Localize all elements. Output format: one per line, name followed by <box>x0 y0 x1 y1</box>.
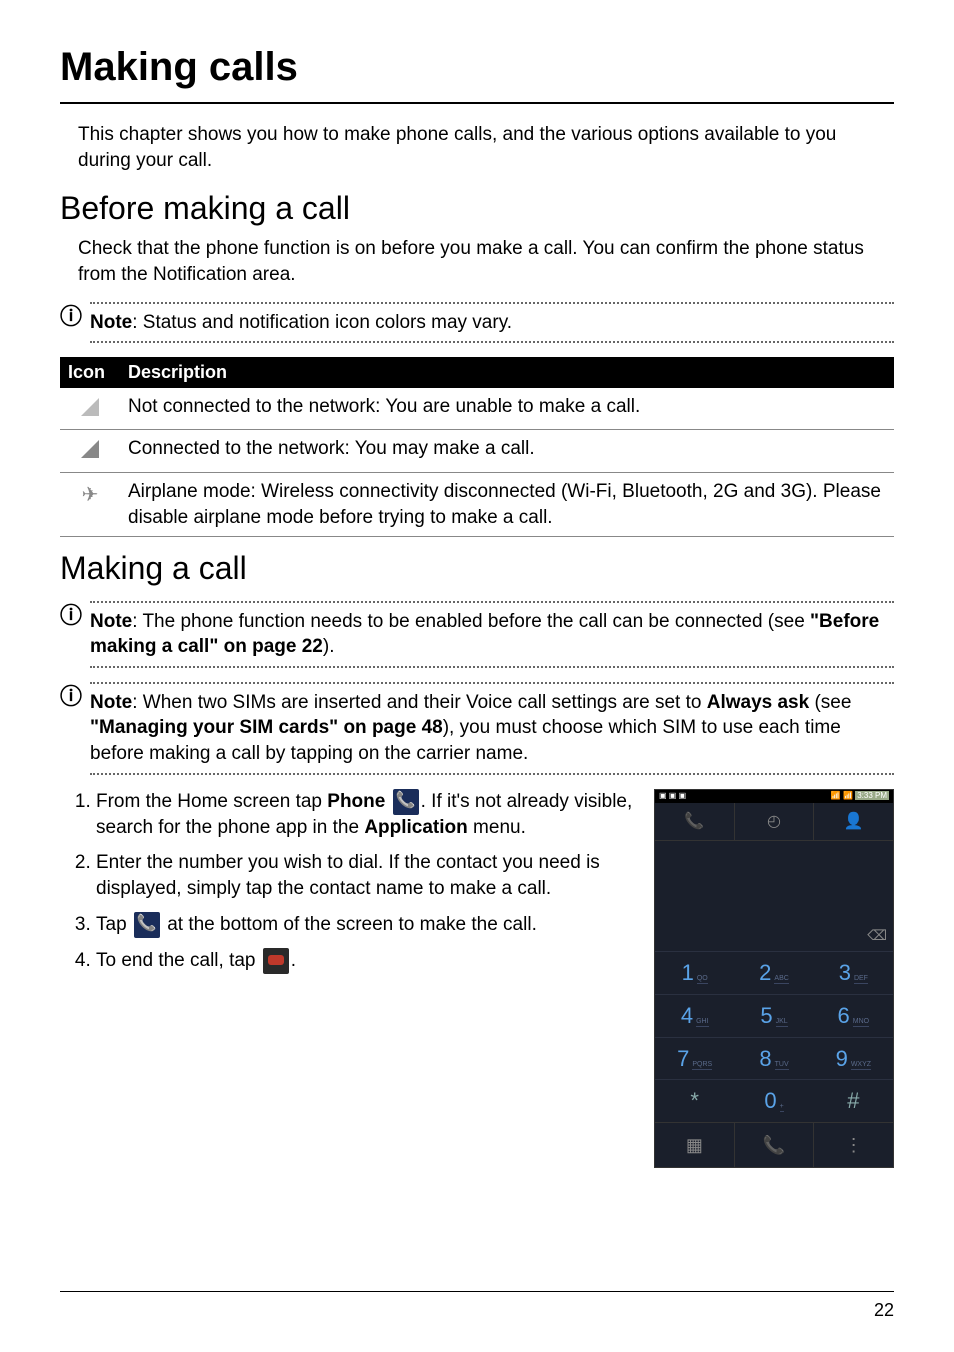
note-status-colors: ⓘ Note: Status and notification icon col… <box>60 302 894 344</box>
dialpad-key-4[interactable]: 4GHI <box>655 994 734 1037</box>
table-cell-desc: Not connected to the network: You are un… <box>120 388 894 430</box>
note-two-sims: ⓘ Note: When two SIMs are inserted and t… <box>60 682 894 775</box>
step-3: Tap at the bottom of the screen to make … <box>96 912 634 938</box>
note-text: : Status and notification icon colors ma… <box>132 312 512 333</box>
dialpad-key-*[interactable]: * <box>655 1079 734 1122</box>
note-bold: Always ask <box>707 692 809 713</box>
dialpad-key-6[interactable]: 6MNO <box>814 994 893 1037</box>
note-enable-phone: ⓘ Note: The phone function needs to be e… <box>60 601 894 668</box>
status-signal-icons: 📶 📶 <box>831 791 855 800</box>
note-text-part: : The phone function needs to be enabled… <box>132 611 810 632</box>
dialpad-key-9[interactable]: 9WXYZ <box>814 1037 893 1080</box>
table-header-icon: Icon <box>60 357 120 387</box>
table-row: ✈ Airplane mode: Wireless connectivity d… <box>60 473 894 537</box>
end-call-icon <box>263 948 289 974</box>
note-prefix: Note <box>90 611 132 632</box>
dialpad-key-0[interactable]: 0+ <box>734 1079 813 1122</box>
table-row: Not connected to the network: You are un… <box>60 388 894 430</box>
chapter-title: Making calls <box>60 40 894 94</box>
note-crossref: "Managing your SIM cards" on page 48 <box>90 717 443 738</box>
step-1: From the Home screen tap Phone . If it's… <box>96 789 634 841</box>
tab-contacts[interactable]: 👤 <box>814 803 893 841</box>
page-footer-rule <box>60 1291 894 1292</box>
dialpad-key-7[interactable]: 7PQRS <box>655 1037 734 1080</box>
note-prefix: Note <box>90 692 132 713</box>
steps-list: From the Home screen tap Phone . If it's… <box>96 789 634 974</box>
before-making-a-call-heading: Before making a call <box>60 187 894 230</box>
grid-icon[interactable]: ▦ <box>655 1123 734 1167</box>
signal-empty-icon <box>81 398 99 416</box>
making-a-call-heading: Making a call <box>60 547 894 590</box>
warning-icon: ⓘ <box>60 682 82 712</box>
dialpad-key-2[interactable]: 2ABC <box>734 951 813 994</box>
dialpad-key-#[interactable]: # <box>814 1079 893 1122</box>
dialpad-key-1[interactable]: 1QO <box>655 951 734 994</box>
phone-app-icon <box>393 789 419 815</box>
dialpad-key-5[interactable]: 5JKL <box>734 994 813 1037</box>
dialpad: 1QO2ABC3DEF 4GHI5JKL6MNO 7PQRS8TUV9WXYZ *0+… <box>655 951 893 1122</box>
before-paragraph: Check that the phone function is on befo… <box>78 236 894 287</box>
airplane-icon: ✈ <box>82 484 99 506</box>
step-4: To end the call, tap . <box>96 948 634 974</box>
table-row: Connected to the network: You may make a… <box>60 430 894 473</box>
dialpad-key-3[interactable]: 3DEF <box>814 951 893 994</box>
dialer-bottom-bar: ▦ 📞 ⋮ <box>655 1122 893 1167</box>
tab-recent[interactable]: ◴ <box>735 803 814 841</box>
tab-phone[interactable]: 📞 <box>655 803 734 841</box>
table-cell-desc: Connected to the network: You may make a… <box>120 430 894 473</box>
title-rule <box>60 102 894 104</box>
call-button[interactable]: 📞 <box>735 1123 814 1167</box>
call-icon <box>134 912 160 938</box>
status-icon-table: Icon Description Not connected to the ne… <box>60 357 894 537</box>
note-text-part: : When two SIMs are inserted and their V… <box>132 692 707 713</box>
status-bar: ▣ ▣ ▣ 📶 📶 3:33 PM <box>655 790 893 803</box>
signal-full-icon <box>81 440 99 458</box>
warning-icon: ⓘ <box>60 601 82 631</box>
note-prefix: Note <box>90 312 132 333</box>
dialer-screenshot: ▣ ▣ ▣ 📶 📶 3:33 PM 📞 ◴ 👤 ⌫ 1QO2ABC3DEF 4GH… <box>654 789 894 1168</box>
warning-icon: ⓘ <box>60 302 82 332</box>
status-time: 3:33 PM <box>855 791 889 800</box>
backspace-icon[interactable]: ⌫ <box>867 926 887 945</box>
overflow-icon[interactable]: ⋮ <box>814 1123 893 1167</box>
number-display: ⌫ <box>655 841 893 951</box>
step-2: Enter the number you wish to dial. If th… <box>96 850 634 901</box>
note-text-part: ). <box>323 636 335 657</box>
page-number: 22 <box>874 1298 894 1322</box>
status-left-icons: ▣ ▣ ▣ <box>659 791 686 802</box>
dialer-tabs: 📞 ◴ 👤 <box>655 803 893 842</box>
table-header-description: Description <box>120 357 894 387</box>
note-text-part: (see <box>809 692 851 713</box>
intro-paragraph: This chapter shows you how to make phone… <box>78 122 894 173</box>
table-cell-desc: Airplane mode: Wireless connectivity dis… <box>120 473 894 537</box>
dialpad-key-8[interactable]: 8TUV <box>734 1037 813 1080</box>
